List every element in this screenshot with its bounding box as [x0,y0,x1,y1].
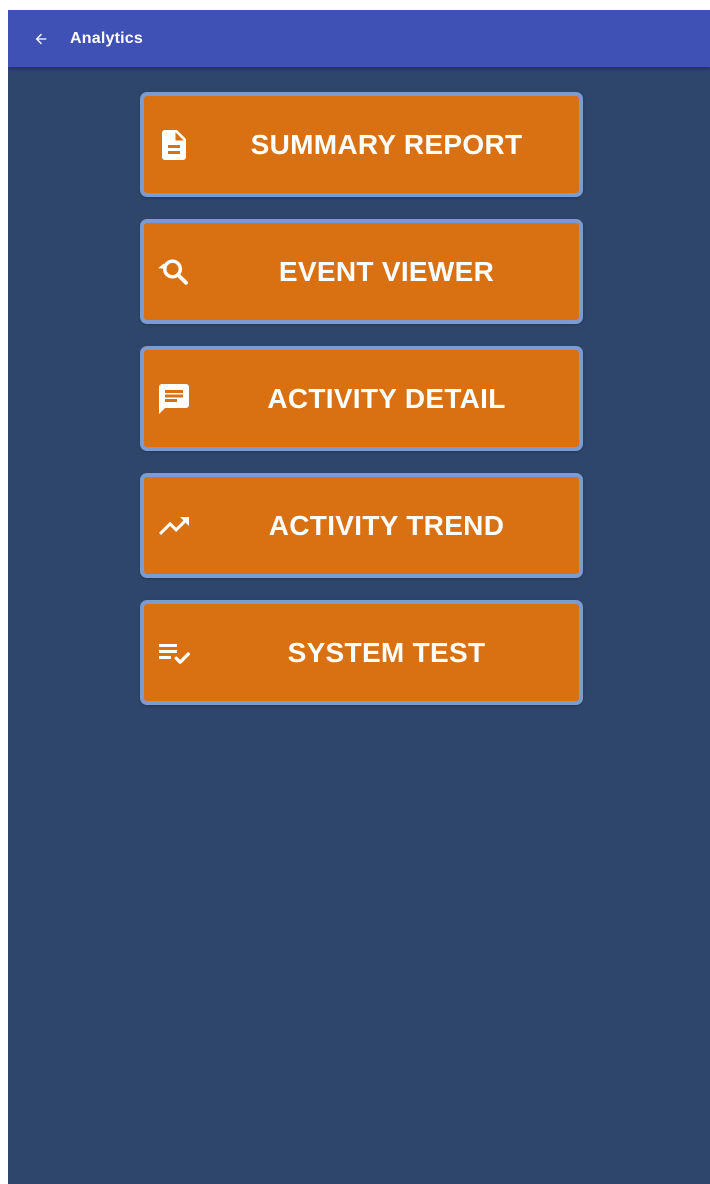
search-history-icon [154,252,194,292]
event-viewer-button[interactable]: EVENT VIEWER [140,219,583,324]
app-screen: Analytics SUMMARY REPORT EVENT VIEWER AC… [8,10,710,1184]
summary-report-button[interactable]: SUMMARY REPORT [140,92,583,197]
system-test-label: SYSTEM TEST [287,636,486,668]
system-test-button[interactable]: SYSTEM TEST [140,600,583,705]
document-icon [154,125,194,165]
summary-report-label: SUMMARY REPORT [250,128,523,160]
analytics-menu: SUMMARY REPORT EVENT VIEWER ACTIVITY DET… [140,92,583,727]
activity-detail-button[interactable]: ACTIVITY DETAIL [140,346,583,451]
activity-trend-button[interactable]: ACTIVITY TREND [140,473,583,578]
app-bar: Analytics [8,10,710,67]
arrow-left-icon [35,33,47,44]
page-title: Analytics [70,29,143,47]
back-button[interactable] [30,28,52,50]
message-icon [154,379,194,419]
trending-up-icon [154,506,194,546]
activity-trend-label: ACTIVITY TREND [268,509,505,541]
checklist-icon [154,633,194,673]
event-viewer-label: EVENT VIEWER [278,255,495,287]
activity-detail-label: ACTIVITY DETAIL [267,382,506,414]
